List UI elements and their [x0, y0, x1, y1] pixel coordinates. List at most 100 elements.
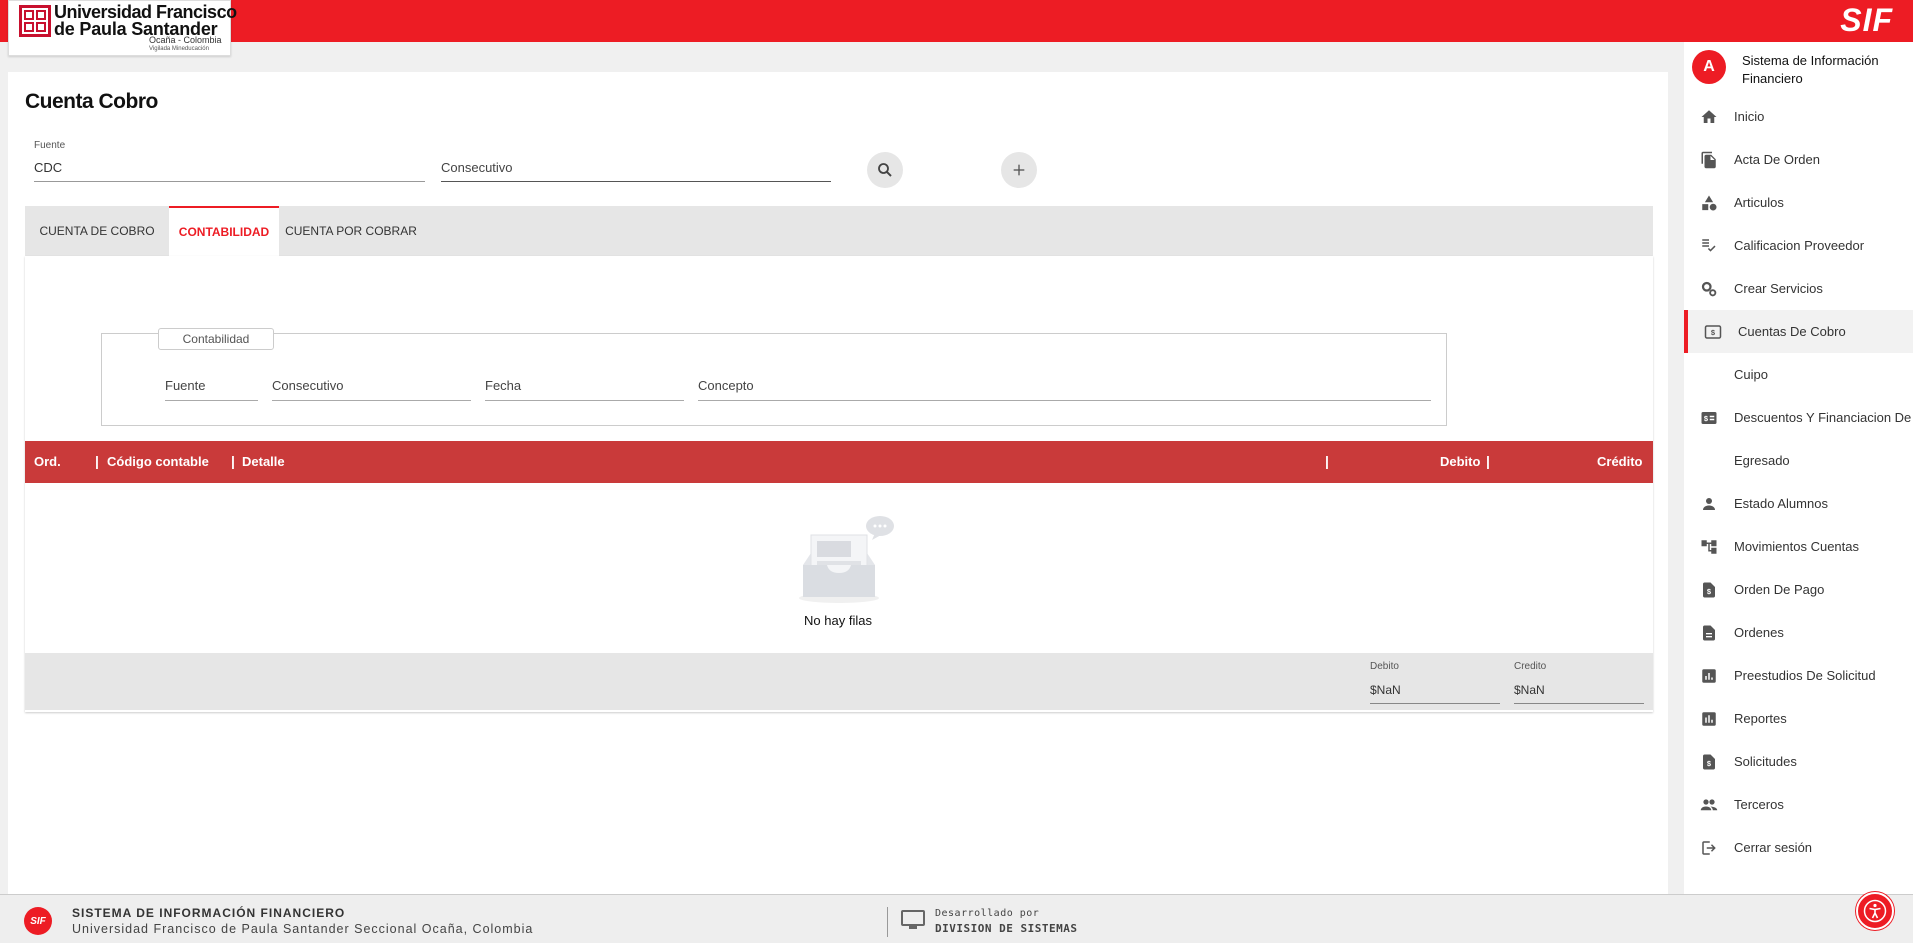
empty-state-text: No hay filas [804, 613, 872, 628]
total-credito-underline [1514, 703, 1644, 704]
university-seal-icon [19, 5, 51, 37]
sidebar-header: A Sistema de Información Financiero [1684, 42, 1913, 92]
computer-icon [901, 910, 925, 929]
account-tree-icon [1699, 537, 1719, 557]
page-footer: SIF SISTEMA DE INFORMACIÓN FINANCIERO Un… [0, 894, 1913, 943]
sidebar-item-cuentas-de-cobro[interactable]: $ Cuentas De Cobro [1684, 310, 1913, 353]
sidebar-item-calificacion-proveedor[interactable]: Calificacion Proveedor [1684, 224, 1913, 267]
sidebar-item-cerrar-sesion[interactable]: Cerrar sesión [1684, 826, 1913, 869]
request-quote-icon: $ [1699, 580, 1719, 600]
footer-title: SISTEMA DE INFORMACIÓN FINANCIERO [72, 906, 346, 920]
analytics-icon [1699, 666, 1719, 686]
tab-bar: CUENTA DE COBRO CONTABILIDAD CUENTA POR … [25, 206, 1653, 256]
col-detalle[interactable]: Detalle [242, 454, 285, 469]
people-icon [1699, 795, 1719, 815]
consecutivo-underline [441, 181, 831, 182]
sidebar-item-articulos[interactable]: Articulos [1684, 181, 1913, 224]
cont-concepto-field[interactable]: Concepto [698, 378, 754, 393]
sidebar-item-terceros[interactable]: Terceros [1684, 783, 1913, 826]
tab-contabilidad[interactable]: CONTABILIDAD [169, 206, 279, 256]
table-header: Ord. | Código contable | Detalle | Debit… [25, 441, 1653, 483]
sidebar-item-inicio[interactable]: Inicio [1684, 95, 1913, 138]
sidebar-item-cuipo[interactable]: Cuipo [1684, 353, 1913, 396]
cont-consecutivo-field[interactable]: Consecutivo [272, 378, 344, 393]
cont-fecha-field[interactable]: Fecha [485, 378, 521, 393]
search-icon [878, 163, 892, 177]
empty-inbox-icon [799, 516, 894, 603]
col-codigo-contable[interactable]: Código contable [107, 454, 209, 469]
tab-cuenta-por-cobrar[interactable]: CUENTA POR COBRAR [279, 206, 423, 256]
sidebar-item-label: Egresado [1734, 453, 1790, 468]
sidebar-item-movimientos-cuentas[interactable]: Movimientos Cuentas [1684, 525, 1913, 568]
accessibility-icon [1863, 899, 1887, 923]
fuente-input[interactable]: CDC [34, 160, 62, 175]
col-separator: | [231, 453, 235, 469]
sidebar-item-reportes[interactable]: Reportes [1684, 697, 1913, 740]
total-credito-label: Credito [1514, 661, 1547, 672]
fuente-label: Fuente [34, 140, 66, 151]
logout-icon [1699, 838, 1719, 858]
total-credito-value: $NaN [1514, 683, 1545, 697]
cont-consecutivo-underline [272, 400, 471, 401]
sidebar-item-label: Crear Servicios [1734, 281, 1823, 296]
settings-icon [1699, 279, 1719, 299]
file-copy-icon [1699, 150, 1719, 170]
sidebar-item-label: Terceros [1734, 797, 1784, 812]
cont-fuente-underline [165, 400, 258, 401]
col-ord[interactable]: Ord. [34, 454, 61, 469]
sidebar-item-egresado[interactable]: Egresado [1684, 439, 1913, 482]
sidebar: A Sistema de Información Financiero Inic… [1684, 42, 1913, 894]
accessibility-button[interactable] [1856, 892, 1894, 930]
sidebar-item-label: Orden De Pago [1734, 582, 1825, 597]
sidebar-item-label: Ordenes [1734, 625, 1784, 640]
sidebar-item-descuentos[interactable]: $ Descuentos Y Financiacion De [1684, 396, 1913, 439]
money-icon: $ [1699, 408, 1719, 428]
search-button[interactable] [867, 152, 903, 188]
main-card: Cuenta Cobro Fuente CDC Consecutivo CUEN… [8, 72, 1668, 894]
sidebar-item-crear-servicios[interactable]: Crear Servicios [1684, 267, 1913, 310]
university-logo[interactable]: Universidad Francisco de Paula Santander… [8, 0, 237, 56]
add-button[interactable] [1001, 152, 1037, 188]
sidebar-item-acta-de-orden[interactable]: Acta De Orden [1684, 138, 1913, 181]
sidebar-item-label: Movimientos Cuentas [1734, 539, 1859, 554]
col-debito[interactable]: Debito [1440, 454, 1480, 469]
avatar[interactable]: A [1692, 50, 1726, 84]
sidebar-item-preestudios[interactable]: Preestudios De Solicitud [1684, 654, 1913, 697]
bar-chart-icon [1699, 709, 1719, 729]
add-icon [1013, 164, 1025, 176]
contabilidad-legend: Contabilidad [158, 328, 274, 350]
logo-line4: Vigilada Mineducación [149, 46, 209, 52]
totals-row: Debito $NaN Credito $NaN [25, 653, 1653, 710]
sidebar-item-estado-alumnos[interactable]: Estado Alumnos [1684, 482, 1913, 525]
col-separator: | [95, 453, 99, 469]
sidebar-item-solicitudes[interactable]: $ Solicitudes [1684, 740, 1913, 783]
sidebar-item-label: Cuipo [1734, 367, 1768, 382]
sidebar-item-label: Preestudios De Solicitud [1734, 668, 1876, 683]
sidebar-item-label: Acta De Orden [1734, 152, 1820, 167]
sidebar-item-label: Cerrar sesión [1734, 840, 1813, 855]
total-debito-label: Debito [1370, 661, 1399, 672]
home-icon [1699, 107, 1719, 127]
cont-fecha-underline [485, 400, 684, 401]
cont-fuente-field[interactable]: Fuente [165, 378, 205, 393]
consecutivo-input[interactable]: Consecutivo [441, 160, 513, 175]
sidebar-title: Sistema de Información Financiero [1742, 53, 1879, 86]
col-credito[interactable]: Crédito [1597, 454, 1643, 469]
description-icon [1699, 623, 1719, 643]
sidebar-item-label: Cuentas De Cobro [1738, 324, 1846, 339]
svg-text:$: $ [1711, 328, 1716, 337]
col-separator: | [1325, 453, 1329, 469]
top-bar: SIF [0, 0, 1913, 42]
sidebar-item-label: Reportes [1734, 711, 1787, 726]
sif-brand: SIF [1840, 2, 1893, 38]
col-separator: | [1486, 453, 1490, 469]
tab-cuenta-de-cobro[interactable]: CUENTA DE COBRO [25, 206, 169, 256]
fuente-underline [34, 181, 425, 182]
category-icon [1699, 193, 1719, 213]
sidebar-item-label: Articulos [1734, 195, 1784, 210]
request-page-icon: $ [1699, 752, 1719, 772]
sidebar-item-label: Estado Alumnos [1734, 496, 1828, 511]
sidebar-item-ordenes[interactable]: Ordenes [1684, 611, 1913, 654]
sidebar-item-orden-de-pago[interactable]: $ Orden De Pago [1684, 568, 1913, 611]
total-debito-underline [1370, 703, 1500, 704]
